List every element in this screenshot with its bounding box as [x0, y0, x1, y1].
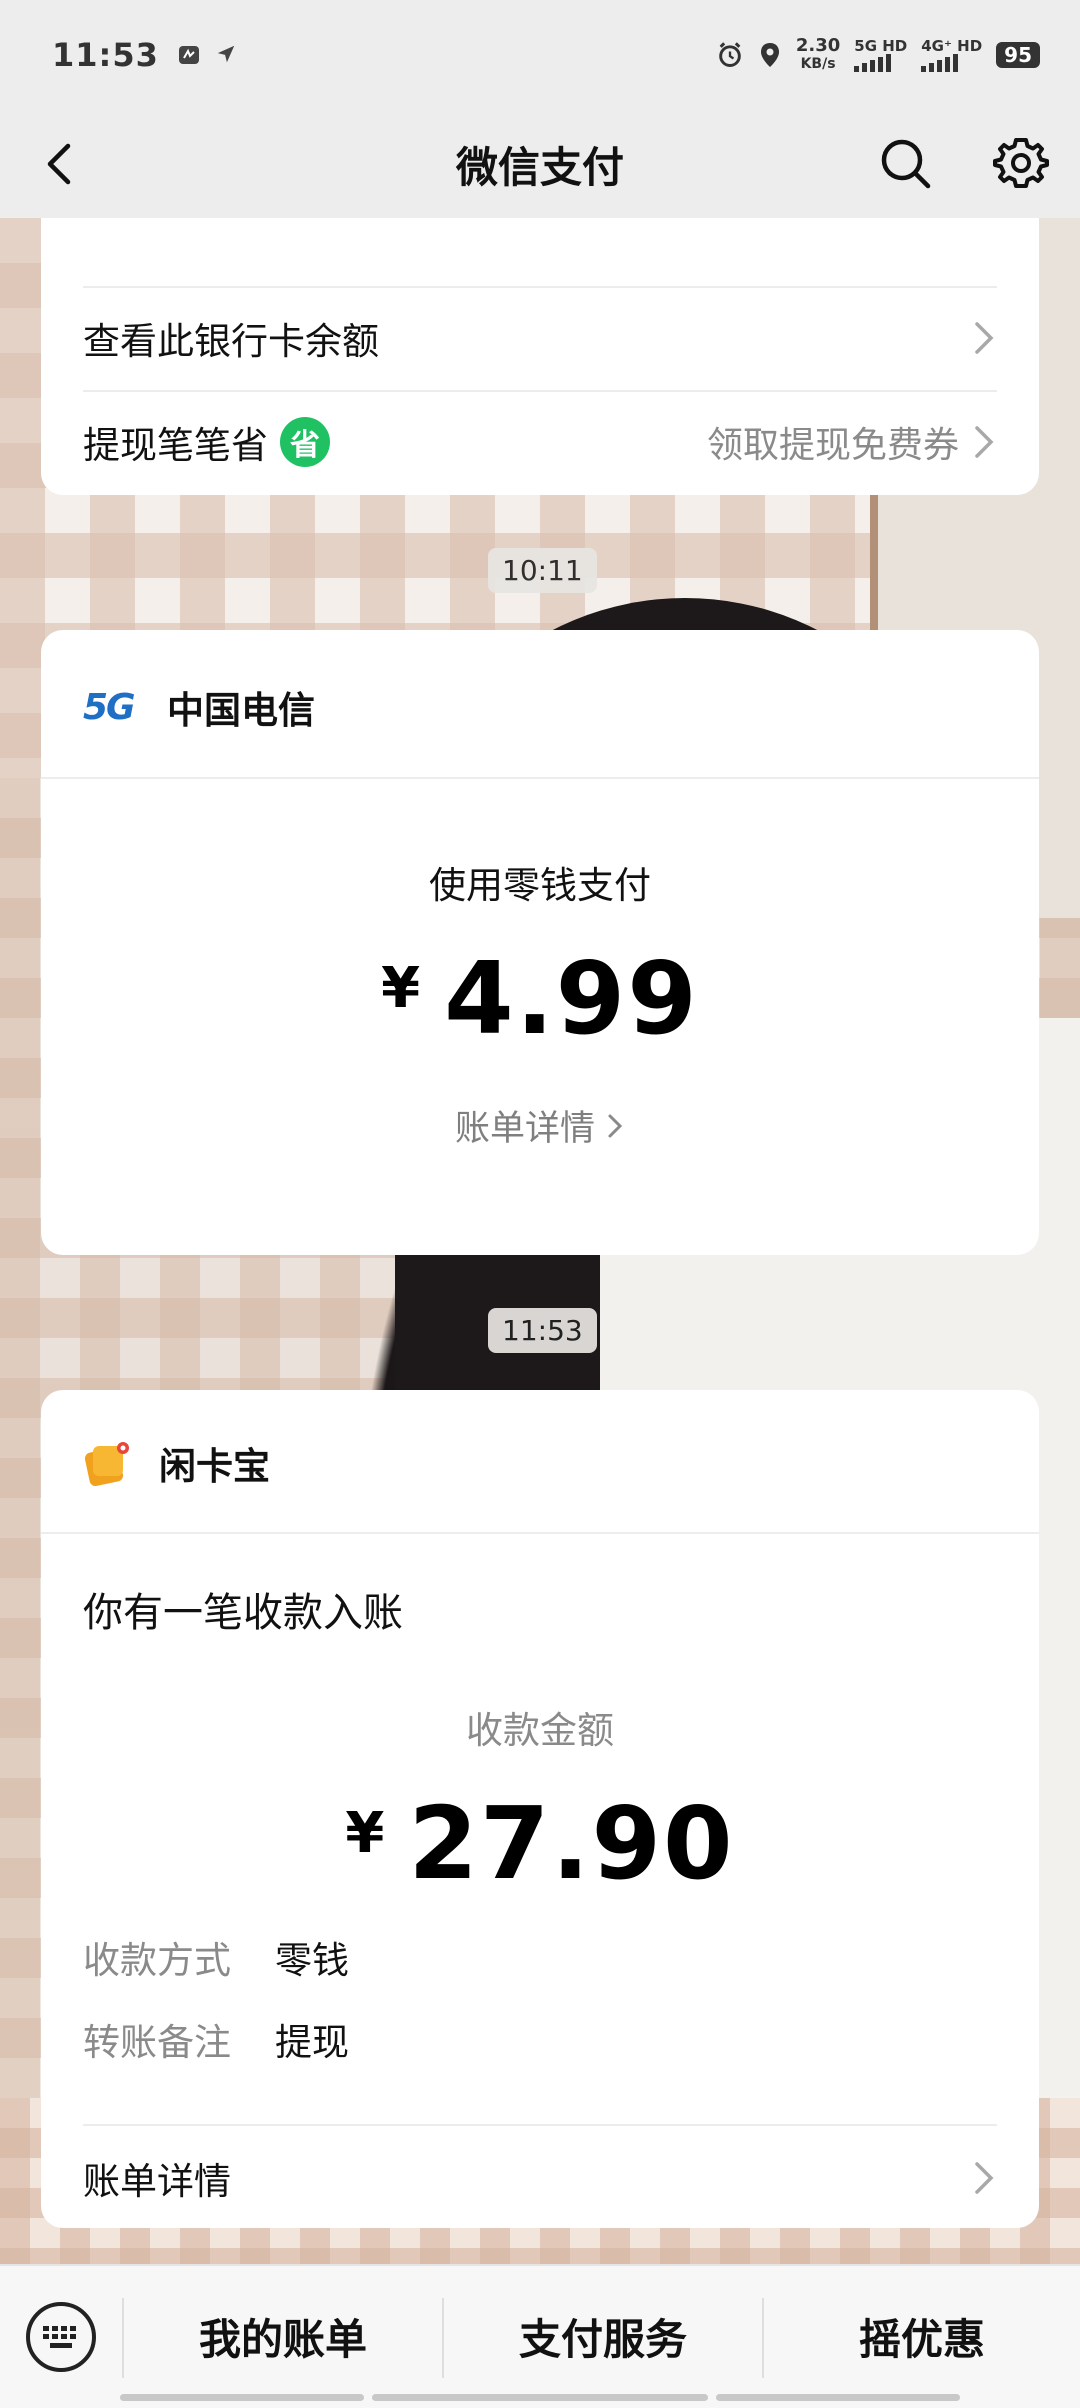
withdraw-coupon-link: 领取提现免费券: [706, 425, 959, 466]
field-key: 转账备注: [83, 2021, 231, 2064]
bottom-menu-bar: 我的账单 支付服务 摇优惠: [0, 2264, 1080, 2408]
back-arrow-icon[interactable]: [36, 138, 88, 190]
chevron-right-icon: [975, 322, 994, 354]
net-speed-unit: KB/s: [800, 56, 836, 72]
message-timestamp: 10:11: [488, 548, 597, 593]
signal-bars-1-icon: [854, 54, 907, 72]
battery-level: 95: [996, 42, 1040, 68]
network-2: 4G⁺ HD: [921, 38, 982, 72]
network-1: 5G HD: [854, 38, 907, 72]
currency-symbol: ¥: [381, 956, 421, 1021]
amount-label: 收款金额: [466, 1709, 614, 1752]
signal-bars-2-icon: [921, 54, 982, 72]
keyboard-toggle-button[interactable]: [26, 2302, 96, 2372]
menu-shake-deals[interactable]: 摇优惠: [764, 2306, 1080, 2367]
menu-my-bills[interactable]: 我的账单: [124, 2306, 442, 2367]
bill-detail-row[interactable]: 账单详情: [83, 2138, 997, 2218]
location-pin-icon: [760, 43, 779, 67]
receipt-amount: ¥ 27.90: [41, 1785, 1039, 1902]
field-value: 提现: [275, 2021, 349, 2064]
divider: [41, 777, 1039, 779]
chevron-right-icon: [975, 426, 994, 458]
amount-value: 27.90: [408, 1785, 735, 1902]
bill-detail-label: 账单详情: [454, 1109, 595, 1149]
home-indicator: [120, 2394, 364, 2401]
receipt-field-row: 转账备注 提现: [83, 2012, 349, 2066]
bill-detail-label: 账单详情: [83, 2160, 231, 2203]
divider: [83, 390, 997, 392]
status-bar: 11:53 2.30 KB/s 5G HD 4G⁺ HD 95: [0, 0, 1080, 110]
amount-value: 4.99: [444, 940, 699, 1057]
alarm-icon: [719, 42, 741, 67]
page-title: 微信支付: [455, 142, 624, 192]
menu-payment-services[interactable]: 支付服务: [444, 2306, 762, 2367]
currency-symbol: ¥: [345, 1801, 385, 1866]
withdraw-save-label: 提现笔笔省: [83, 424, 268, 467]
network-2-label: 4G⁺ HD: [921, 37, 983, 55]
home-indicator: [716, 2394, 960, 2401]
bank-balance-row[interactable]: 查看此银行卡余额: [83, 300, 997, 376]
network-1-label: 5G HD: [854, 37, 908, 55]
location-arrow-icon: [217, 45, 235, 63]
withdraw-save-row[interactable]: 提现笔笔省 省 领取提现免费券: [83, 404, 997, 480]
field-key: 收款方式: [83, 1939, 231, 1982]
gear-icon[interactable]: [992, 134, 1050, 192]
bank-balance-label: 查看此银行卡余额: [83, 320, 379, 363]
field-value: 零钱: [275, 1939, 349, 1982]
telecom-logo-text: 5G: [83, 686, 136, 728]
bill-detail-link[interactable]: 账单详情: [41, 1100, 1039, 1151]
merchant-name: 中国电信: [167, 689, 315, 732]
payment-method-label: 使用零钱支付: [429, 864, 651, 907]
nav-bar: 微信支付: [0, 110, 1080, 218]
xiankabao-logo-icon: [84, 1442, 129, 1487]
net-speed: 2.30 KB/s: [796, 37, 840, 73]
merchant-name: 闲卡宝: [159, 1445, 270, 1488]
message-timestamp: 11:53: [488, 1308, 597, 1353]
payment-amount: ¥ 4.99: [41, 940, 1039, 1057]
net-speed-value: 2.30: [795, 35, 841, 56]
search-icon[interactable]: [878, 136, 934, 192]
divider: [83, 286, 997, 288]
keyboard-icon: [43, 2326, 76, 2348]
chevron-right-icon: [975, 2162, 994, 2194]
chevron-right-icon: [608, 1114, 623, 1137]
merchant-header: 闲卡宝: [83, 1436, 270, 1490]
divider: [41, 1532, 1039, 1534]
merchant-header: 5G 中国电信: [83, 680, 315, 734]
receipt-field-row: 收款方式 零钱: [83, 1930, 349, 1984]
save-badge: 省: [280, 417, 330, 467]
xiankabao-receipt-card[interactable]: 闲卡宝 你有一笔收款入账 收款金额 ¥ 27.90 收款方式 零钱 转账备注 提…: [41, 1390, 1039, 2228]
status-left-icons: [177, 43, 237, 67]
notification-app-icon: [178, 46, 199, 64]
receipt-headline: 你有一笔收款入账: [83, 1590, 403, 1636]
status-right-group: 2.30 KB/s 5G HD 4G⁺ HD 95: [716, 37, 1040, 73]
telecom-5g-logo-icon: 5G: [83, 686, 137, 728]
bank-card-message: 查看此银行卡余额 提现笔笔省 省 领取提现免费券: [41, 218, 1039, 495]
status-time: 11:53: [52, 36, 159, 74]
divider: [83, 2124, 997, 2126]
telecom-payment-card[interactable]: 5G 中国电信 使用零钱支付 ¥ 4.99 账单详情: [41, 630, 1039, 1255]
home-indicator: [372, 2394, 708, 2401]
